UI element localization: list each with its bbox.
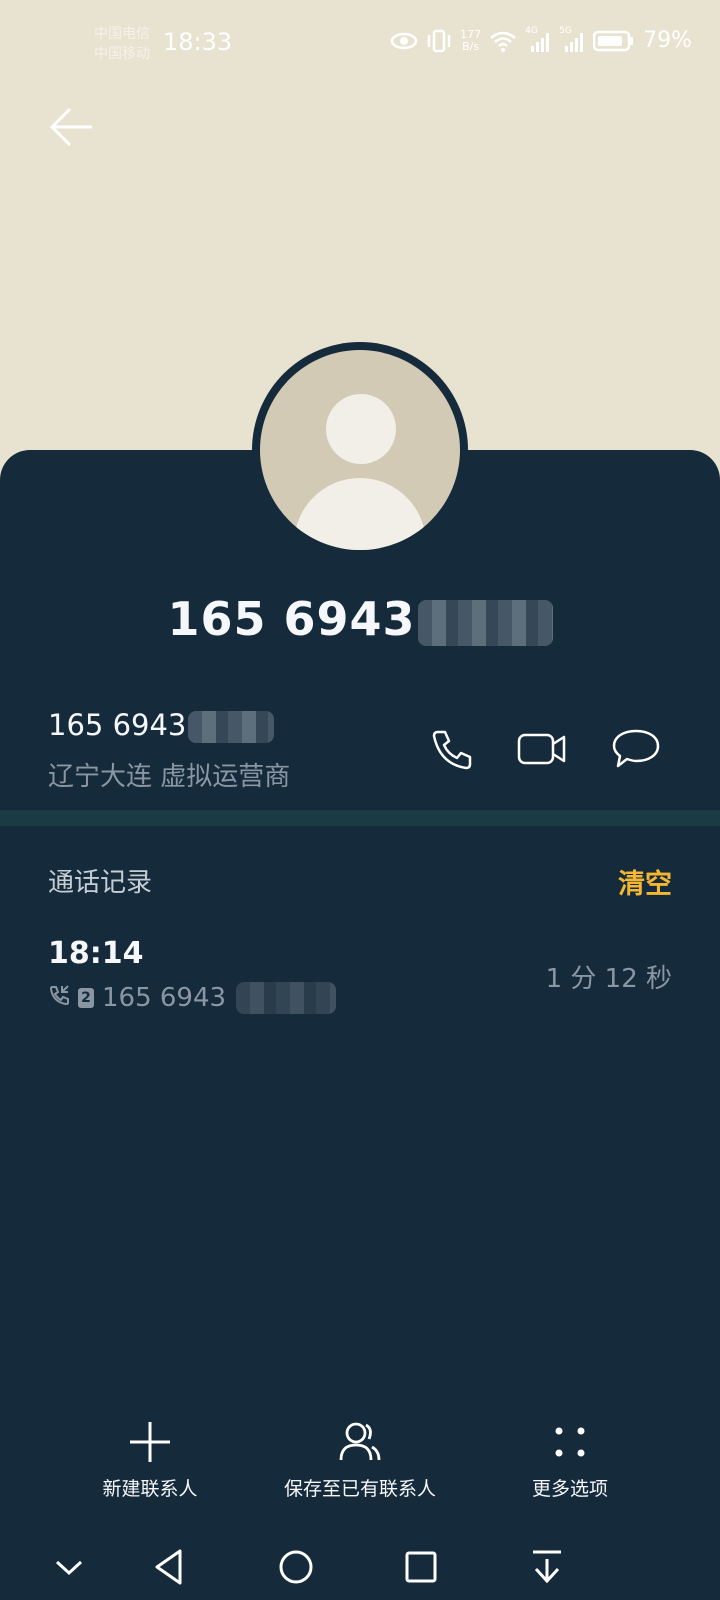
phone-number: 165 6943 bbox=[48, 708, 275, 743]
call-button[interactable] bbox=[426, 726, 478, 772]
call-detail: 2 165 6943 bbox=[48, 982, 337, 1014]
square-recents-icon bbox=[405, 1551, 437, 1583]
call-number: 165 6943 bbox=[102, 983, 227, 1013]
new-contact-button[interactable]: 新建联系人 bbox=[80, 1420, 220, 1501]
battery-icon bbox=[593, 30, 635, 52]
triangle-back-icon bbox=[155, 1549, 182, 1585]
video-icon bbox=[517, 733, 566, 765]
circle-home-icon bbox=[279, 1550, 313, 1584]
plus-icon bbox=[130, 1422, 170, 1462]
phone-icon bbox=[432, 730, 472, 770]
system-navigation-bar bbox=[0, 1530, 720, 1600]
bottom-action-bar: 新建联系人 保存至已有联系人 更多选项 bbox=[0, 1420, 720, 1510]
call-record-item[interactable]: 18:14 2 165 6943 1 分 12 秒 bbox=[0, 928, 720, 1018]
avatar bbox=[252, 342, 468, 558]
call-history-title: 通话记录 bbox=[48, 868, 153, 898]
signal-1-icon: 4G bbox=[525, 26, 551, 52]
signal-2-icon: 5G bbox=[559, 26, 585, 52]
battery-percent: 79% bbox=[643, 28, 692, 53]
nav-back-button[interactable] bbox=[146, 1542, 196, 1592]
number-location: 辽宁大连 虚拟运营商 bbox=[48, 762, 291, 792]
vibrate-icon bbox=[426, 29, 452, 53]
notification-shade-button[interactable] bbox=[522, 1542, 572, 1592]
status-bar: 中国电信 中国移动 18:33 177 B/s 4G 5G 79% bbox=[0, 0, 720, 90]
nav-recents-button[interactable] bbox=[396, 1542, 446, 1592]
nav-home-button[interactable] bbox=[271, 1542, 321, 1592]
pull-down-icon bbox=[533, 1550, 561, 1584]
back-arrow-icon bbox=[49, 107, 92, 147]
message-button[interactable] bbox=[610, 726, 662, 772]
net-speed: 177 B/s bbox=[460, 27, 482, 53]
chevron-down-icon bbox=[55, 1560, 83, 1576]
collapse-button[interactable] bbox=[44, 1542, 94, 1592]
incoming-call-icon bbox=[48, 983, 70, 1013]
sim-card-icon: 2 bbox=[78, 988, 94, 1008]
back-button[interactable] bbox=[44, 102, 100, 152]
carrier-labels: 中国电信 中国移动 bbox=[94, 24, 150, 64]
save-to-existing-contact-button[interactable]: 保存至已有联系人 bbox=[270, 1420, 450, 1501]
contacts-icon bbox=[339, 1422, 381, 1461]
default-avatar-icon bbox=[260, 350, 460, 550]
redacted-digits bbox=[188, 711, 275, 743]
carrier-2: 中国移动 bbox=[94, 46, 150, 62]
clear-history-button[interactable]: 清空 bbox=[618, 862, 672, 901]
status-clock: 18:33 bbox=[163, 28, 233, 56]
more-dots-icon bbox=[555, 1427, 585, 1457]
carrier-1: 中国电信 bbox=[94, 26, 150, 42]
redacted-digits bbox=[236, 982, 337, 1014]
chat-bubble-icon bbox=[612, 729, 660, 768]
page-title: 165 6943 bbox=[0, 592, 720, 646]
more-options-button[interactable]: 更多选项 bbox=[500, 1420, 640, 1501]
redacted-digits bbox=[417, 599, 553, 646]
phone-number-row[interactable]: 165 6943 辽宁大连 虚拟运营商 bbox=[0, 690, 720, 800]
wifi-icon bbox=[489, 30, 517, 52]
call-time: 18:14 bbox=[48, 936, 144, 971]
call-duration: 1 分 12 秒 bbox=[545, 964, 672, 994]
status-icons: 177 B/s 4G 5G 79% bbox=[390, 26, 692, 53]
video-call-button[interactable] bbox=[516, 726, 568, 772]
eye-icon bbox=[390, 31, 418, 51]
section-divider bbox=[0, 810, 720, 826]
